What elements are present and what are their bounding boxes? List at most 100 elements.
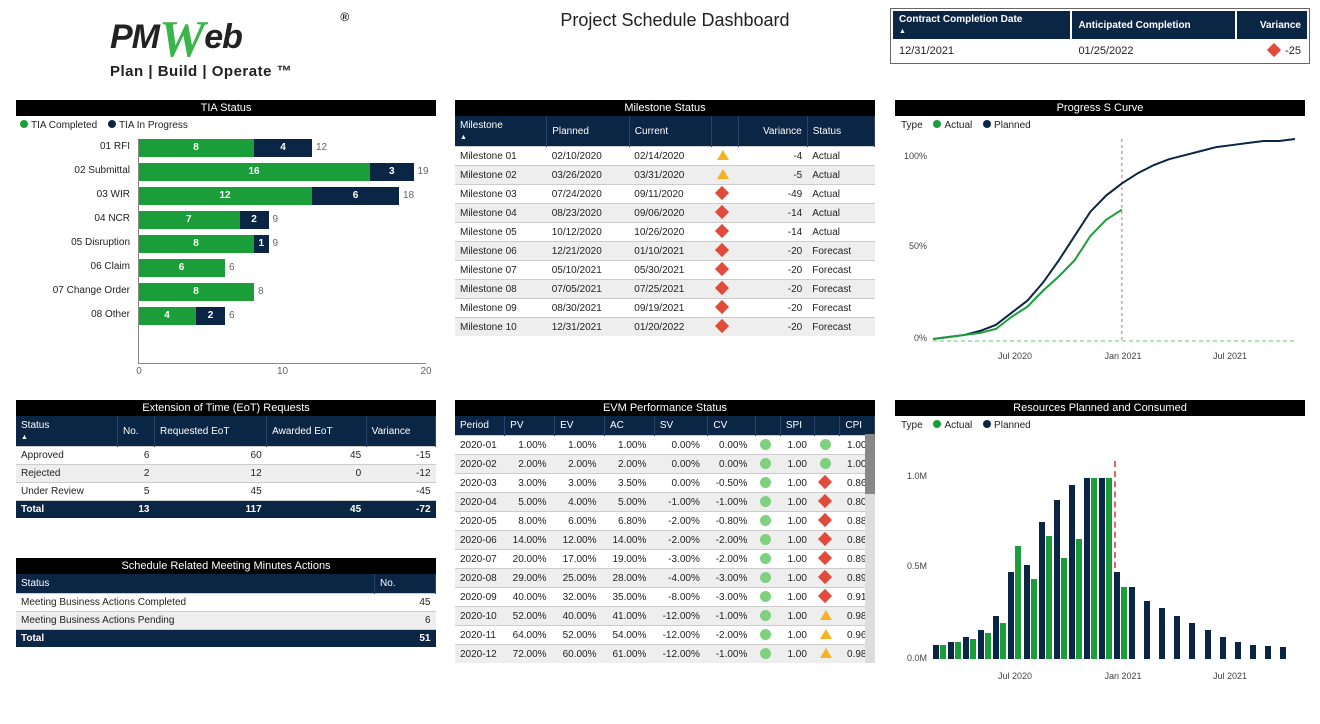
resource-bar (1205, 630, 1211, 659)
resource-bar-group[interactable] (948, 642, 962, 659)
table-row[interactable]: Milestone 0510/12/202010/26/2020-14Actua… (455, 223, 875, 242)
eot-col-aw[interactable]: Awarded EoT (267, 416, 367, 447)
table-row[interactable]: 2020-058.00%6.00%6.80%-2.00%-0.80%1.000.… (455, 512, 875, 531)
resource-bar-group[interactable] (993, 616, 1007, 659)
eot-col-req[interactable]: Requested EoT (154, 416, 266, 447)
tia-row[interactable]: 01 RFI 8412 (16, 137, 436, 161)
evm-col[interactable]: SV (654, 416, 707, 436)
tia-row[interactable]: 02 Submittal 16319 (16, 161, 436, 185)
meeting-table[interactable]: Status No. Meeting Business Actions Comp… (16, 574, 436, 647)
table-row[interactable]: 2020-1272.00%60.00%61.00%-12.00%-1.00%1.… (455, 645, 875, 664)
table-row[interactable]: 2020-011.00%1.00%1.00%0.00%0.00%1.001.00 (455, 436, 875, 455)
resource-bar (1265, 646, 1271, 659)
resource-bar-group[interactable] (1280, 647, 1294, 659)
resource-bar-group[interactable] (1129, 587, 1143, 659)
tia-row[interactable]: 04 NCR 729 (16, 209, 436, 233)
table-row[interactable]: Rejected2120-12 (16, 465, 436, 483)
table-row[interactable]: Milestone 0408/23/202009/06/2020-14Actua… (455, 204, 875, 223)
evm-col[interactable]: PV (505, 416, 555, 436)
resource-bar-group[interactable] (1159, 608, 1173, 659)
resource-bar-group[interactable] (1189, 623, 1203, 659)
table-row[interactable]: Milestone 0203/26/202003/31/2020-5Actual (455, 166, 875, 185)
evm-col[interactable]: AC (604, 416, 654, 436)
table-row[interactable]: Meeting Business Actions Completed45 (16, 594, 436, 612)
resource-bar-group[interactable] (1174, 616, 1188, 659)
resource-bar-group[interactable] (1069, 485, 1083, 659)
table-row[interactable]: Milestone 0807/05/202107/25/2021-20Forec… (455, 280, 875, 299)
evm-table[interactable]: PeriodPVEVACSVCV SPI CPI 2020-011.00%1.00%… (455, 416, 875, 663)
table-row[interactable]: 2020-0720.00%17.00%19.00%-3.00%-2.00%1.0… (455, 550, 875, 569)
resource-bar-group[interactable] (1114, 572, 1128, 659)
table-row[interactable]: 2020-0829.00%25.00%28.00%-4.00%-3.00%1.0… (455, 569, 875, 588)
milestone-table[interactable]: Milestone▲PlannedCurrent VarianceStatus M… (455, 116, 875, 336)
meet-col-no[interactable]: No. (375, 574, 436, 594)
tia-seg-inprogress: 4 (254, 139, 312, 157)
table-row[interactable]: 2020-033.00%3.00%3.50%0.00%-0.50%1.000.8… (455, 474, 875, 493)
resource-bar-group[interactable] (978, 630, 992, 659)
evm-col[interactable]: CPI (840, 416, 875, 436)
col-variance[interactable]: Variance (1237, 11, 1307, 39)
resource-bar (1114, 572, 1120, 659)
evm-col[interactable]: Period (455, 416, 505, 436)
resource-bar-group[interactable] (1220, 637, 1234, 659)
table-row[interactable]: Milestone 0307/24/202009/11/2020-49Actua… (455, 185, 875, 204)
resource-bar-group[interactable] (1024, 565, 1038, 659)
ms-col[interactable]: Status (807, 116, 874, 147)
table-row[interactable]: Milestone 0705/10/202105/30/2021-20Forec… (455, 261, 875, 280)
status-icon (712, 280, 739, 299)
table-row[interactable]: Meeting Business Actions Pending6 (16, 612, 436, 630)
table-row[interactable]: 2020-0614.00%12.00%14.00%-2.00%-2.00%1.0… (455, 531, 875, 550)
col-anticipated[interactable]: Anticipated Completion (1072, 11, 1235, 39)
table-row[interactable]: 2020-0940.00%32.00%35.00%-8.00%-3.00%1.0… (455, 588, 875, 607)
resource-bar (1024, 565, 1030, 659)
evm-col[interactable] (815, 416, 840, 436)
table-row[interactable]: Milestone 1012/31/202101/20/2022-20Forec… (455, 318, 875, 337)
eot-col-no[interactable]: No. (117, 416, 154, 447)
table-row[interactable]: Approved66045-15 (16, 447, 436, 465)
resource-bar-group[interactable] (1008, 546, 1022, 659)
resource-bar-group[interactable] (1235, 642, 1249, 659)
ms-col[interactable]: Milestone▲ (455, 116, 547, 147)
evm-col[interactable] (755, 416, 780, 436)
table-row[interactable]: Milestone 0908/30/202109/19/2021-20Forec… (455, 299, 875, 318)
col-contract[interactable]: Contract Completion Date▲ (893, 11, 1070, 39)
evm-col[interactable]: SPI (780, 416, 815, 436)
eot-col-status[interactable]: Status▲ (16, 416, 117, 447)
ms-col[interactable]: Planned (547, 116, 630, 147)
evm-col[interactable]: CV (708, 416, 756, 436)
resource-bar (1189, 623, 1195, 659)
resource-bar-group[interactable] (1250, 645, 1264, 659)
table-row[interactable]: 2020-1164.00%52.00%54.00%-12.00%-2.00%1.… (455, 626, 875, 645)
ms-col[interactable]: Variance (739, 116, 807, 147)
tia-row[interactable]: 05 Disruption 819 (16, 233, 436, 257)
resource-bar-group[interactable] (1099, 478, 1113, 659)
resource-bar-group[interactable] (1205, 630, 1219, 659)
ms-col[interactable]: Current (629, 116, 712, 147)
ms-col[interactable] (712, 116, 739, 147)
resources-chart[interactable]: 0.0M 0.5M 1.0M Jul 2020 Jan 2021 Jul 202… (895, 431, 1305, 681)
resource-bar-group[interactable] (1084, 478, 1098, 659)
table-row[interactable]: 2020-1052.00%40.00%41.00%-12.00%-1.00%1.… (455, 607, 875, 626)
status-icon (712, 223, 739, 242)
table-row[interactable]: 2020-045.00%4.00%5.00%-1.00%-1.00%1.000.… (455, 493, 875, 512)
resource-bar-group[interactable] (1265, 646, 1279, 659)
eot-col-var[interactable]: Variance (366, 416, 435, 447)
resource-bar-group[interactable] (963, 637, 977, 659)
meet-col-status[interactable]: Status (16, 574, 375, 594)
table-row[interactable]: 2020-022.00%2.00%2.00%0.00%0.00%1.001.00 (455, 455, 875, 474)
tia-row[interactable]: 08 Other 426 (16, 305, 436, 329)
table-row[interactable]: Milestone 0102/10/202002/14/2020-4Actual (455, 147, 875, 166)
evm-scrollbar[interactable] (865, 434, 875, 663)
resource-bar-group[interactable] (1039, 522, 1053, 659)
table-row[interactable]: Milestone 0612/21/202001/10/2021-20Forec… (455, 242, 875, 261)
eot-table[interactable]: Status▲ No. Requested EoT Awarded EoT Va… (16, 416, 436, 518)
resource-bar-group[interactable] (1144, 601, 1158, 659)
tia-row[interactable]: 06 Claim 66 (16, 257, 436, 281)
resource-bar-group[interactable] (1054, 500, 1068, 659)
tia-row[interactable]: 03 WIR 12618 (16, 185, 436, 209)
scurve-chart[interactable] (895, 131, 1305, 361)
table-row[interactable]: Under Review545-45 (16, 483, 436, 501)
evm-col[interactable]: EV (555, 416, 605, 436)
tia-row[interactable]: 07 Change Order 88 (16, 281, 436, 305)
resource-bar-group[interactable] (933, 645, 947, 659)
